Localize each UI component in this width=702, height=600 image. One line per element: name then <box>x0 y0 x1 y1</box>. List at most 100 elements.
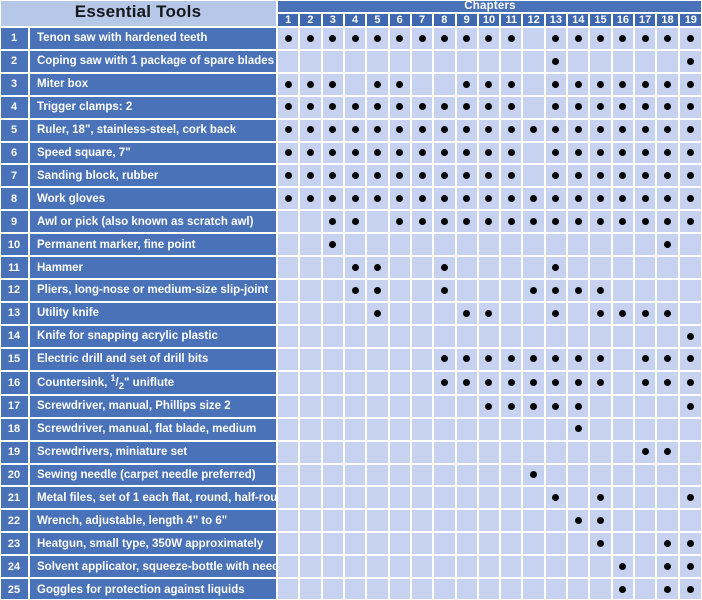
matrix-cell[interactable] <box>590 96 613 120</box>
matrix-cell[interactable] <box>679 142 702 166</box>
matrix-cell[interactable] <box>389 395 412 419</box>
matrix-cell[interactable] <box>411 234 435 258</box>
matrix-cell[interactable] <box>657 487 680 511</box>
matrix-cell[interactable] <box>657 257 680 280</box>
matrix-cell[interactable] <box>344 96 368 120</box>
matrix-cell[interactable] <box>300 325 323 349</box>
matrix-cell[interactable] <box>456 510 479 534</box>
matrix-cell[interactable] <box>434 50 457 74</box>
matrix-cell[interactable] <box>478 533 502 557</box>
matrix-cell[interactable] <box>456 371 479 396</box>
matrix-cell[interactable] <box>434 279 457 303</box>
matrix-cell[interactable] <box>300 418 323 442</box>
matrix-cell[interactable] <box>389 279 412 303</box>
matrix-cell[interactable] <box>434 28 457 51</box>
matrix-cell[interactable] <box>501 96 524 120</box>
matrix-cell[interactable] <box>501 556 524 580</box>
matrix-cell[interactable] <box>612 279 636 303</box>
matrix-cell[interactable] <box>434 579 457 600</box>
matrix-cell[interactable] <box>456 211 479 235</box>
matrix-cell[interactable] <box>501 234 524 258</box>
matrix-cell[interactable] <box>657 142 680 166</box>
matrix-cell[interactable] <box>478 188 502 212</box>
matrix-cell[interactable] <box>344 556 368 580</box>
matrix-cell[interactable] <box>545 464 569 488</box>
matrix-cell[interactable] <box>389 510 412 534</box>
matrix-cell[interactable] <box>278 302 301 326</box>
matrix-cell[interactable] <box>635 302 658 326</box>
matrix-cell[interactable] <box>367 211 390 235</box>
matrix-cell[interactable] <box>300 73 323 97</box>
matrix-cell[interactable] <box>545 96 569 120</box>
chapter-header-4[interactable]: 4 <box>344 14 368 28</box>
matrix-cell[interactable] <box>434 188 457 212</box>
matrix-cell[interactable] <box>545 302 569 326</box>
matrix-cell[interactable] <box>389 325 412 349</box>
matrix-cell[interactable] <box>501 142 524 166</box>
matrix-cell[interactable] <box>590 28 613 51</box>
matrix-cell[interactable] <box>300 487 323 511</box>
matrix-cell[interactable] <box>478 464 502 488</box>
matrix-cell[interactable] <box>501 510 524 534</box>
matrix-cell[interactable] <box>590 579 613 600</box>
matrix-cell[interactable] <box>478 325 502 349</box>
matrix-cell[interactable] <box>389 188 412 212</box>
matrix-cell[interactable] <box>389 234 412 258</box>
matrix-cell[interactable] <box>389 579 412 600</box>
matrix-cell[interactable] <box>300 257 323 280</box>
matrix-cell[interactable] <box>679 418 702 442</box>
matrix-cell[interactable] <box>635 533 658 557</box>
matrix-cell[interactable] <box>434 73 457 97</box>
matrix-cell[interactable] <box>590 371 613 396</box>
matrix-cell[interactable] <box>322 302 345 326</box>
matrix-cell[interactable] <box>456 234 479 258</box>
matrix-cell[interactable] <box>278 257 301 280</box>
matrix-cell[interactable] <box>679 325 702 349</box>
matrix-cell[interactable] <box>300 464 323 488</box>
matrix-cell[interactable] <box>322 279 345 303</box>
matrix-cell[interactable] <box>679 188 702 212</box>
matrix-cell[interactable] <box>456 50 479 74</box>
matrix-cell[interactable] <box>278 418 301 442</box>
chapter-header-17[interactable]: 17 <box>635 14 658 28</box>
matrix-cell[interactable] <box>523 279 546 303</box>
matrix-cell[interactable] <box>322 119 345 143</box>
matrix-cell[interactable] <box>590 348 613 372</box>
matrix-cell[interactable] <box>456 395 479 419</box>
matrix-cell[interactable] <box>300 165 323 189</box>
matrix-cell[interactable] <box>545 487 569 511</box>
matrix-cell[interactable] <box>657 579 680 600</box>
matrix-cell[interactable] <box>612 579 636 600</box>
matrix-cell[interactable] <box>523 50 546 74</box>
matrix-cell[interactable] <box>590 73 613 97</box>
chapter-header-15[interactable]: 15 <box>590 14 613 28</box>
matrix-cell[interactable] <box>456 302 479 326</box>
matrix-cell[interactable] <box>478 556 502 580</box>
matrix-cell[interactable] <box>434 325 457 349</box>
matrix-cell[interactable] <box>635 487 658 511</box>
matrix-cell[interactable] <box>344 487 368 511</box>
matrix-cell[interactable] <box>456 279 479 303</box>
matrix-cell[interactable] <box>300 579 323 600</box>
matrix-cell[interactable] <box>612 257 636 280</box>
matrix-cell[interactable] <box>456 579 479 600</box>
matrix-cell[interactable] <box>568 418 591 442</box>
matrix-cell[interactable] <box>612 464 636 488</box>
matrix-cell[interactable] <box>590 395 613 419</box>
matrix-cell[interactable] <box>657 441 680 465</box>
matrix-cell[interactable] <box>478 418 502 442</box>
matrix-cell[interactable] <box>679 441 702 465</box>
matrix-cell[interactable] <box>434 302 457 326</box>
matrix-cell[interactable] <box>344 302 368 326</box>
matrix-cell[interactable] <box>612 234 636 258</box>
matrix-cell[interactable] <box>635 395 658 419</box>
matrix-cell[interactable] <box>635 165 658 189</box>
matrix-cell[interactable] <box>278 325 301 349</box>
matrix-cell[interactable] <box>300 28 323 51</box>
matrix-cell[interactable] <box>344 533 368 557</box>
matrix-cell[interactable] <box>322 348 345 372</box>
matrix-cell[interactable] <box>456 556 479 580</box>
matrix-cell[interactable] <box>411 418 435 442</box>
matrix-cell[interactable] <box>612 165 636 189</box>
matrix-cell[interactable] <box>612 395 636 419</box>
